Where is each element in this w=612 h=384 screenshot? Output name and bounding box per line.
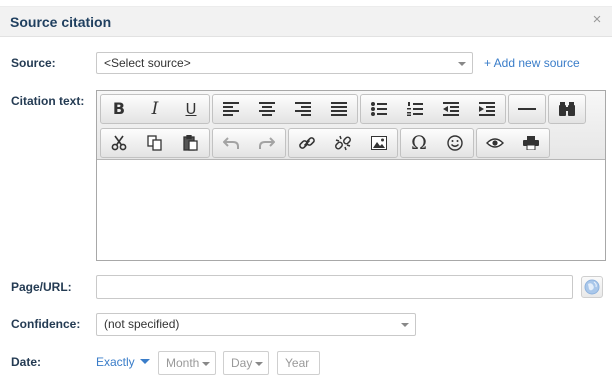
source-select-value: <Select source> (104, 56, 191, 70)
month-select[interactable]: Month (158, 351, 216, 375)
year-input-placeholder: Year (285, 356, 310, 370)
align-right-icon (295, 102, 311, 116)
emoticon-button[interactable] (437, 129, 473, 157)
citation-text-label: Citation text: (11, 94, 85, 108)
align-right-button[interactable] (285, 95, 321, 123)
open-url-button[interactable] (581, 276, 603, 298)
copy-icon (147, 135, 162, 151)
day-select[interactable]: Day (223, 351, 269, 375)
clipboard-group (100, 128, 210, 158)
dialog-title: Source citation (10, 14, 112, 30)
date-mode-dropdown[interactable]: Exactly (96, 355, 150, 369)
date-label: Date: (11, 355, 42, 369)
link-icon (299, 137, 315, 149)
outdent-icon (443, 102, 459, 116)
special-character-button[interactable]: Ω (401, 129, 437, 157)
bold-button[interactable]: B (101, 95, 137, 123)
unlink-button[interactable] (325, 129, 361, 157)
special-character-icon: Ω (411, 131, 427, 154)
view-group (476, 128, 550, 158)
page-url-input[interactable] (96, 275, 573, 299)
align-justify-icon (331, 102, 347, 116)
undo-icon (223, 137, 239, 149)
align-left-button[interactable] (213, 95, 249, 123)
indent-icon (479, 102, 495, 116)
cut-button[interactable] (101, 129, 137, 157)
date-mode-value: Exactly (96, 355, 135, 369)
image-icon (371, 136, 387, 150)
underline-button[interactable]: U (173, 95, 209, 123)
chevron-down-icon (255, 362, 263, 366)
day-select-value: Day (231, 356, 253, 370)
copy-button[interactable] (137, 129, 173, 157)
horizontal-rule-icon (518, 108, 536, 110)
italic-icon: I (151, 98, 159, 119)
emoticon-icon (447, 135, 463, 151)
print-icon (523, 136, 539, 150)
numbered-list-button[interactable] (397, 95, 433, 123)
editor-toolbar: B I U Ω (97, 91, 605, 160)
redo-icon (259, 137, 275, 149)
image-button[interactable] (361, 129, 397, 157)
chevron-down-icon (458, 62, 466, 66)
align-center-button[interactable] (249, 95, 285, 123)
confidence-label: Confidence: (11, 317, 81, 331)
insert-group: Ω (400, 128, 474, 158)
underline-icon: U (185, 99, 197, 118)
chevron-down-icon (401, 323, 409, 327)
bulleted-list-button[interactable] (361, 95, 397, 123)
chevron-down-icon (202, 362, 210, 366)
dialog-titlebar: Source citation × (0, 6, 612, 37)
bold-icon: B (112, 99, 126, 118)
list-group (360, 94, 506, 124)
find-group (548, 94, 586, 124)
add-new-source-link[interactable]: + Add new source (484, 56, 580, 70)
globe-icon (584, 279, 600, 295)
link-button[interactable] (289, 129, 325, 157)
citation-text-area[interactable] (97, 160, 605, 260)
format-group: B I U (100, 94, 210, 124)
preview-button[interactable] (477, 129, 513, 157)
redo-button[interactable] (249, 129, 285, 157)
link-group (288, 128, 398, 158)
align-center-icon (259, 102, 275, 116)
horizontal-rule-button[interactable] (509, 95, 545, 123)
find-binoculars-icon (559, 102, 575, 116)
month-select-value: Month (166, 356, 200, 370)
align-justify-button[interactable] (321, 95, 357, 123)
chevron-down-icon (139, 359, 150, 364)
align-group (212, 94, 358, 124)
outdent-button[interactable] (433, 95, 469, 123)
unlink-icon (335, 135, 351, 151)
paste-icon (183, 135, 198, 151)
citation-editor: B I U Ω (96, 90, 606, 261)
source-label: Source: (11, 56, 56, 70)
italic-button[interactable]: I (137, 95, 173, 123)
year-input[interactable]: Year (277, 351, 320, 375)
bulleted-list-icon (371, 102, 387, 116)
close-icon[interactable]: × (590, 12, 604, 28)
confidence-select-value: (not specified) (104, 317, 180, 331)
print-button[interactable] (513, 129, 549, 157)
source-select[interactable]: <Select source> (96, 52, 473, 74)
indent-button[interactable] (469, 95, 505, 123)
confidence-select[interactable]: (not specified) (96, 313, 416, 336)
rule-group (508, 94, 546, 124)
undo-button[interactable] (213, 129, 249, 157)
preview-icon (486, 138, 504, 148)
find-button[interactable] (549, 95, 585, 123)
page-url-label: Page/URL: (11, 280, 72, 294)
paste-button[interactable] (173, 129, 209, 157)
history-group (212, 128, 286, 158)
align-left-icon (223, 102, 239, 116)
cut-icon (111, 135, 127, 151)
numbered-list-icon (407, 102, 423, 116)
